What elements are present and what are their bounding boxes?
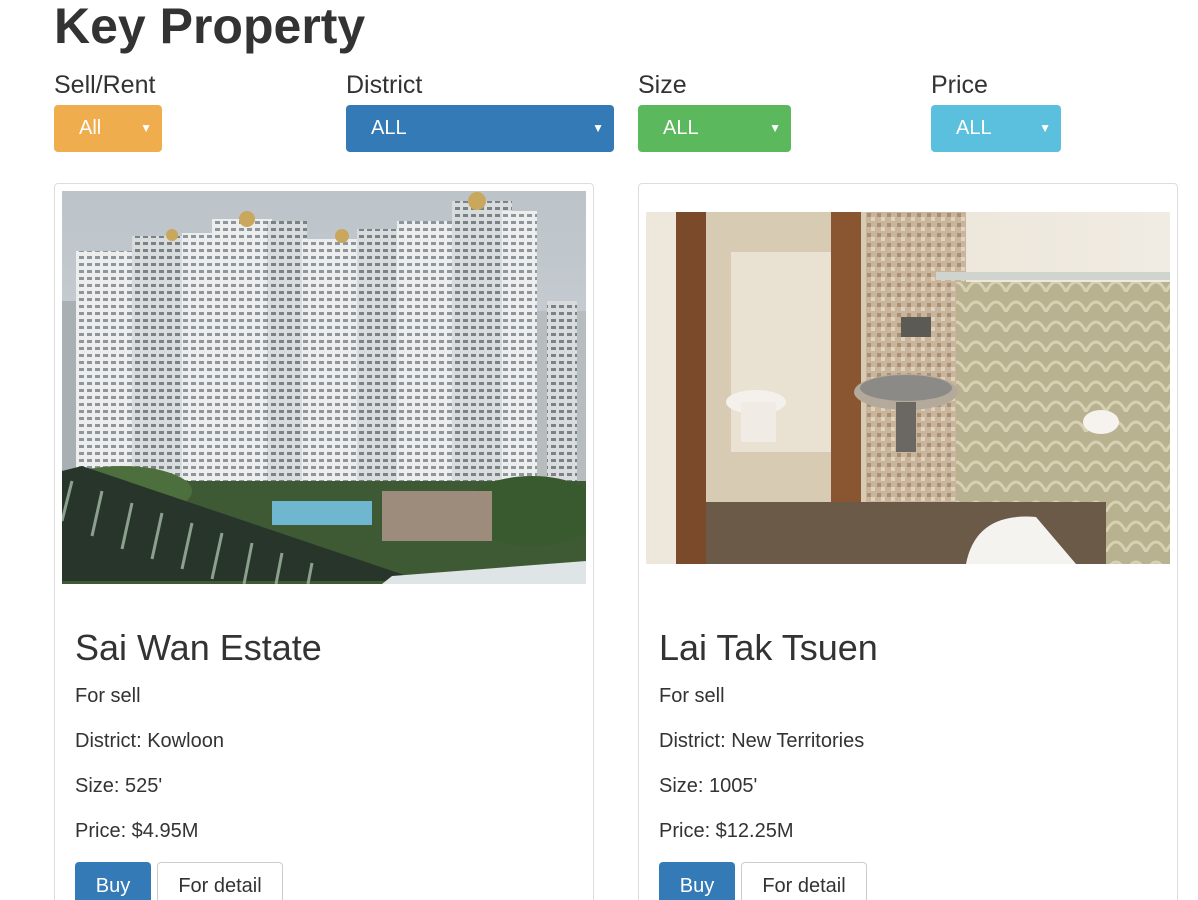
filter-sell-rent: Sell/Rent All ▼ [54, 70, 162, 152]
caret-down-icon: ▼ [592, 121, 604, 135]
district-select[interactable]: ALL ▼ [346, 105, 614, 152]
select-value: All [79, 117, 102, 139]
select-value: ALL [956, 117, 992, 139]
select-value: ALL [663, 117, 699, 139]
buy-button[interactable]: Buy [659, 862, 735, 900]
filter-district: District ALL ▼ [346, 70, 614, 152]
property-district: District: New Territories [659, 730, 865, 752]
buy-button[interactable]: Buy [75, 862, 151, 900]
property-photo[interactable] [62, 191, 586, 584]
caret-down-icon: ▼ [140, 121, 152, 135]
property-district: District: Kowloon [75, 730, 224, 752]
page-title: Key Property [54, 0, 366, 54]
property-card: Lai Tak Tsuen For sell District: New Ter… [638, 183, 1178, 900]
select-value: ALL [371, 117, 407, 139]
detail-button[interactable]: For detail [741, 862, 867, 900]
caret-down-icon: ▼ [769, 121, 781, 135]
detail-button[interactable]: For detail [157, 862, 283, 900]
sell-rent-select[interactable]: All ▼ [54, 105, 162, 152]
property-name: Sai Wan Estate [75, 627, 322, 668]
price-select[interactable]: ALL ▼ [931, 105, 1061, 152]
property-size: Size: 525' [75, 775, 163, 797]
property-name: Lai Tak Tsuen [659, 627, 878, 668]
property-price: Price: $12.25M [659, 820, 794, 842]
property-type: For sell [75, 685, 141, 707]
property-size: Size: 1005' [659, 775, 758, 797]
caret-down-icon: ▼ [1039, 121, 1051, 135]
property-type: For sell [659, 685, 725, 707]
estate-building-image [62, 191, 586, 584]
filter-price: Price ALL ▼ [931, 70, 1061, 152]
property-price: Price: $4.95M [75, 820, 199, 842]
filter-size: Size ALL ▼ [638, 70, 791, 152]
filter-label: Size [638, 71, 687, 99]
property-card: Sai Wan Estate For sell District: Kowloo… [54, 183, 594, 900]
bathroom-interior-image [646, 212, 1170, 564]
filter-label: Price [931, 71, 988, 99]
filter-label: Sell/Rent [54, 71, 156, 99]
property-photo[interactable] [646, 212, 1170, 564]
size-select[interactable]: ALL ▼ [638, 105, 791, 152]
filter-label: District [346, 71, 423, 99]
